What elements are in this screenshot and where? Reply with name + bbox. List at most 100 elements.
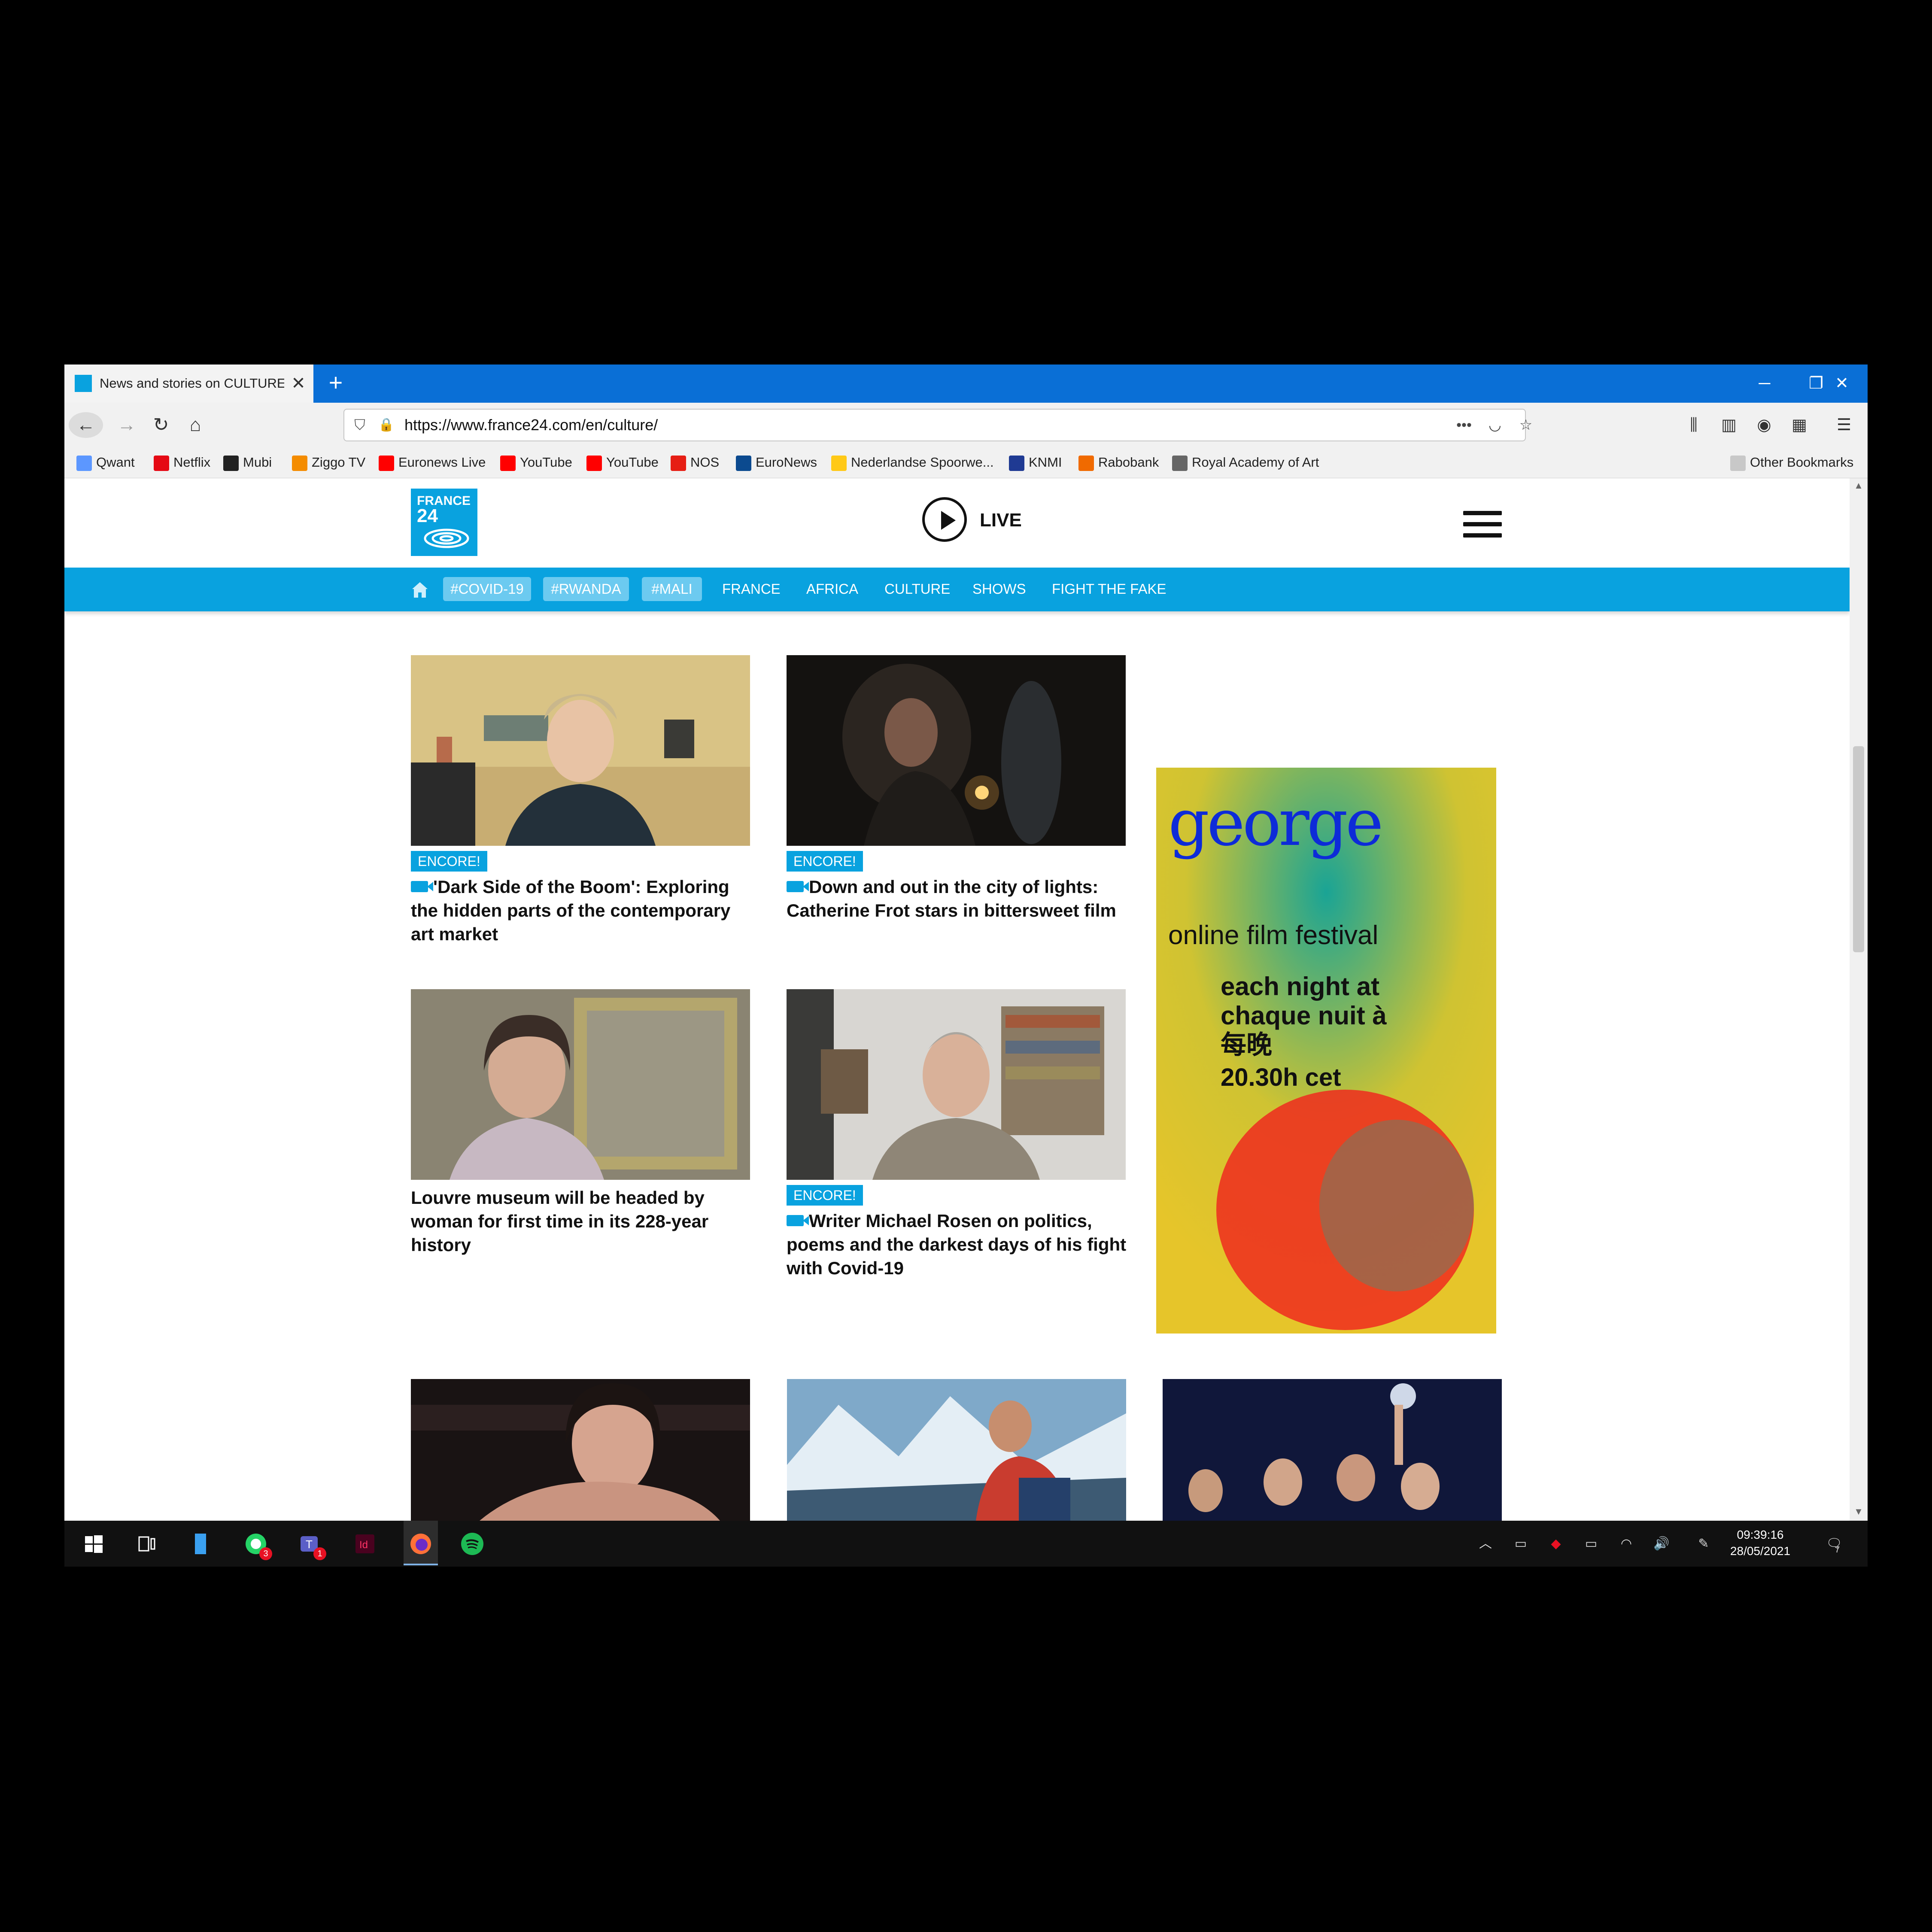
new-tab-button[interactable]: + [322, 370, 349, 397]
scroll-down-icon[interactable]: ▼ [1850, 1506, 1868, 1519]
tab-close-icon[interactable]: ✕ [288, 371, 309, 395]
teams-taskbar-button[interactable]: T 1 [296, 1530, 326, 1560]
account-icon[interactable]: ◉ [1749, 412, 1779, 438]
other-bookmarks[interactable]: Other Bookmarks [1730, 451, 1853, 474]
bookmark-0[interactable]: Qwant [76, 451, 135, 474]
article-tag[interactable]: ENCORE! [787, 851, 863, 872]
france24-logo[interactable]: FRANCE 24 [411, 489, 477, 556]
live-button[interactable]: LIVE [922, 497, 1025, 545]
spotify-icon[interactable] [459, 1530, 486, 1558]
article-headline[interactable]: Louvre museum will be headed by woman fo… [411, 1186, 754, 1257]
video-camera-icon [787, 881, 809, 892]
task-view-icon[interactable] [133, 1530, 161, 1558]
nav-link-3[interactable]: SHOWS [972, 577, 1026, 601]
pen-icon[interactable]: ✎ [1695, 1535, 1712, 1552]
windows-taskbar: 3 T 1 Id ︿ ▭ ◆ ▭ ◠ 🔊 ✎ 09:39:16 28/05/20… [64, 1521, 1868, 1567]
bookmark-label: Euronews Live [398, 455, 486, 470]
article-image-art-expert[interactable] [411, 655, 750, 846]
bookmark-label: Royal Academy of Art [1192, 455, 1319, 470]
nav-link-4[interactable]: FIGHT THE FAKE [1052, 577, 1166, 601]
bookmark-label: NOS [690, 455, 720, 470]
article-tag[interactable]: ENCORE! [787, 1185, 863, 1206]
whatsapp-taskbar-button[interactable]: 3 [242, 1530, 272, 1560]
bookmark-5[interactable]: YouTube [500, 451, 572, 474]
article-headline[interactable]: Down and out in the city of lights: Cath… [787, 875, 1130, 922]
bookmark-8[interactable]: EuroNews [736, 451, 817, 474]
sidebar-icon[interactable]: ▥ [1714, 412, 1744, 438]
volume-icon[interactable]: 🔊 [1653, 1535, 1670, 1552]
home-icon[interactable] [411, 580, 428, 599]
film-festival-ad[interactable]: george online film festival each night a… [1156, 768, 1496, 1334]
clock-date: 28/05/2021 [1730, 1544, 1791, 1558]
scrollbar-thumb[interactable] [1853, 746, 1864, 952]
browser-tab[interactable]: News and stories on CULTURE ✕ [64, 365, 313, 403]
article-image-michael-rosen[interactable] [787, 989, 1126, 1180]
france24-favicon-icon [75, 375, 92, 392]
library-icon[interactable]: ⫼ [1679, 412, 1709, 438]
firefox-taskbar-button[interactable] [404, 1521, 438, 1565]
action-center-icon[interactable]: 🗨 7 [1822, 1535, 1846, 1555]
logo-waves-icon [424, 529, 469, 548]
page-actions-icon[interactable]: ••• [1452, 415, 1476, 435]
youtube-icon [586, 455, 602, 471]
bookmark-star-icon[interactable]: ☆ [1514, 415, 1538, 435]
nav-link-2[interactable]: CULTURE [884, 577, 950, 601]
article-tag[interactable]: ENCORE! [411, 851, 487, 872]
article-image-louvre-director[interactable] [411, 989, 750, 1180]
bookmark-2[interactable]: Mubi [223, 451, 272, 474]
system-clock[interactable]: 09:39:16 28/05/2021 [1722, 1527, 1799, 1563]
address-bar[interactable]: ⛉ 🔒 https://www.france24.com/en/culture/… [343, 409, 1532, 441]
bookmark-10[interactable]: KNMI [1009, 451, 1062, 474]
forward-button[interactable]: → [112, 412, 142, 438]
nav-tag-0[interactable]: #COVID-19 [443, 577, 531, 601]
play-icon [922, 497, 967, 542]
file-explorer-icon[interactable] [187, 1530, 215, 1558]
nav-tag-2[interactable]: #MALI [642, 577, 702, 601]
nav-link-0[interactable]: FRANCE [722, 577, 781, 601]
wifi-icon[interactable]: ◠ [1618, 1535, 1635, 1552]
show-hidden-icons-icon[interactable]: ︿ [1477, 1535, 1494, 1552]
windows-start-icon[interactable] [80, 1530, 107, 1558]
display-icon[interactable]: ▭ [1512, 1535, 1529, 1552]
scroll-up-icon[interactable]: ▲ [1850, 480, 1868, 493]
indesign-icon[interactable]: Id [351, 1530, 379, 1558]
bookmark-12[interactable]: Royal Academy of Art [1172, 451, 1319, 474]
extensions-icon[interactable]: ▦ [1784, 412, 1814, 438]
menu-icon[interactable]: ☰ [1829, 412, 1859, 438]
bookmark-3[interactable]: Ziggo TV [292, 451, 365, 474]
article-image-mountain-hiker[interactable] [787, 1379, 1126, 1521]
minimize-button[interactable]: ─ [1739, 365, 1790, 403]
nav-link-1[interactable]: AFRICA [806, 577, 858, 601]
bookmark-7[interactable]: NOS [671, 451, 719, 474]
euronews-icon [736, 455, 751, 471]
nav-tag-1[interactable]: #RWANDA [543, 577, 629, 601]
article-headline[interactable]: Writer Michael Rosen on politics, poems … [787, 1209, 1130, 1280]
home-button[interactable]: ⌂ [180, 412, 210, 438]
reload-button[interactable]: ↻ [146, 412, 176, 438]
bookmark-4[interactable]: Euronews Live [379, 451, 486, 474]
bookmark-11[interactable]: Rabobank [1078, 451, 1159, 474]
lock-icon[interactable]: 🔒 [378, 415, 395, 435]
url-text[interactable]: https://www.france24.com/en/culture/ [404, 415, 1091, 435]
browser-toolbar: ← → ↻ ⌂ ⛉ 🔒 https://www.france24.com/en/… [64, 403, 1868, 447]
hamburger-menu-icon[interactable] [1463, 511, 1502, 538]
page-scrollbar[interactable]: ▲ ▼ [1850, 478, 1868, 1521]
svg-text:Id: Id [359, 1539, 368, 1551]
netflix-icon [154, 455, 169, 471]
article-image-catherine-frot[interactable] [787, 655, 1126, 846]
bookmark-label: YouTube [520, 455, 572, 470]
rabobank-icon [1078, 455, 1094, 471]
bookmark-6[interactable]: YouTube [586, 451, 659, 474]
bookmark-9[interactable]: Nederlandse Spoorwe... [831, 451, 994, 474]
dropbox-icon[interactable]: ◆ [1547, 1535, 1564, 1552]
article-headline[interactable]: 'Dark Side of the Boom': Exploring the h… [411, 875, 754, 946]
back-button[interactable]: ← [69, 412, 103, 438]
pocket-icon[interactable]: ◡ [1483, 415, 1507, 435]
bookmark-1[interactable]: Netflix [154, 451, 210, 474]
tracking-shield-icon[interactable]: ⛉ [350, 415, 369, 435]
notification-count: 7 [1835, 1545, 1840, 1555]
article-image-eurovision-winners[interactable] [1163, 1379, 1502, 1521]
battery-icon[interactable]: ▭ [1583, 1535, 1600, 1552]
close-window-button[interactable]: ✕ [1816, 365, 1868, 403]
article-image-maneskin-singer[interactable] [411, 1379, 750, 1521]
